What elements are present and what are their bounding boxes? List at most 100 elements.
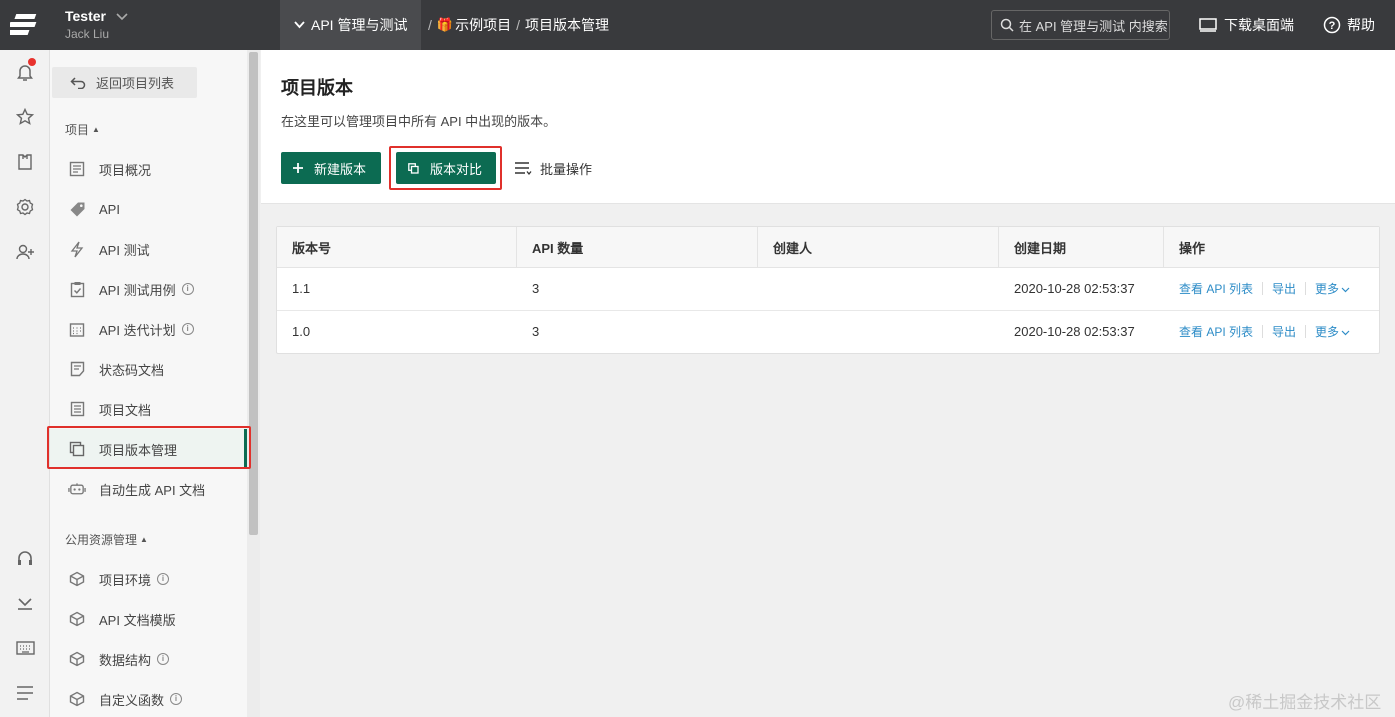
sidebar-item-api-test-cases[interactable]: API 测试用例 i	[50, 269, 247, 309]
sidebar-item-overview[interactable]: 项目概况	[50, 149, 247, 189]
headset-icon[interactable]	[15, 548, 35, 568]
view-api-list-link[interactable]: 查看 API 列表	[1179, 280, 1253, 297]
info-icon[interactable]: i	[170, 693, 183, 705]
section-public-header[interactable]: 公用资源管理 ▲	[65, 531, 148, 548]
sidebar-item-api-iteration[interactable]: API 迭代计划 i	[50, 309, 247, 349]
new-version-button[interactable]: 新建版本	[281, 152, 381, 184]
keyboard-icon[interactable]	[15, 638, 35, 658]
action-divider	[1262, 282, 1264, 295]
page-title: 项目版本	[281, 78, 353, 98]
user-menu[interactable]: Tester Jack Liu	[65, 8, 109, 41]
breadcrumb-project[interactable]: 示例项目	[455, 15, 511, 35]
logo-icon[interactable]	[0, 0, 50, 50]
batch-operations-button[interactable]: 批量操作	[514, 152, 592, 184]
sidebar-item-label: 数据结构	[99, 652, 152, 668]
chevron-down-icon	[1341, 287, 1350, 293]
icon-rail	[0, 50, 50, 717]
action-divider	[1262, 325, 1264, 338]
download-desktop-label: 下载桌面端	[1224, 17, 1294, 33]
breadcrumb-separator: /	[516, 17, 520, 33]
watermark: @稀土掘金技术社区	[1228, 693, 1382, 712]
info-icon[interactable]: i	[157, 573, 170, 585]
sidebar-item-api[interactable]: API	[50, 189, 247, 229]
search-placeholder: 在 API 管理与测试 内搜索	[1019, 18, 1168, 34]
add-user-icon[interactable]	[15, 242, 35, 262]
top-bar: Tester Jack Liu API 管理与测试 / 🎁 示例项目 / 项目版…	[0, 0, 1395, 50]
info-icon[interactable]: i	[181, 323, 194, 335]
download-tray-icon[interactable]	[15, 593, 35, 613]
sidebar-item-label: 状态码文档	[99, 362, 165, 378]
shirt-icon[interactable]	[15, 152, 35, 172]
sidebar-item-label: 项目环境	[99, 572, 152, 588]
sidebar-scrollbar[interactable]	[247, 50, 260, 717]
help-label: 帮助	[1347, 17, 1375, 33]
chevron-down-icon	[1341, 330, 1350, 336]
chevron-down-icon[interactable]	[116, 9, 128, 24]
scrollbar-thumb[interactable]	[249, 52, 258, 535]
return-arrow-icon	[70, 76, 86, 89]
download-desktop-button[interactable]: 下载桌面端	[1199, 0, 1294, 50]
list-options-icon	[515, 161, 532, 175]
gift-icon: 🎁	[436, 17, 454, 32]
section-project-header[interactable]: 项目 ▲	[65, 121, 100, 138]
search-input[interactable]: 在 API 管理与测试 内搜索	[991, 10, 1170, 40]
action-divider	[1305, 282, 1307, 295]
sidebar-item-label: API	[99, 201, 120, 217]
cube-icon	[68, 690, 86, 708]
cube-icon	[68, 610, 86, 628]
column-header-creator[interactable]: 创建人	[758, 227, 999, 268]
help-button[interactable]: ? 帮助	[1323, 0, 1375, 50]
info-icon[interactable]: i	[181, 283, 194, 295]
versions-table: 版本号 API 数量 创建人 创建日期 操作 1.1 3 2020-10-28 …	[276, 226, 1380, 354]
new-version-label: 新建版本	[314, 161, 367, 177]
more-dropdown[interactable]: 更多	[1315, 280, 1350, 297]
sidebar-item-status-code-doc[interactable]: 状态码文档	[50, 349, 247, 389]
help-icon: ?	[1323, 16, 1341, 34]
column-header-created-date[interactable]: 创建日期	[999, 227, 1164, 268]
versions-icon	[68, 440, 86, 458]
calendar-icon	[68, 320, 86, 338]
cell-created-date: 2020-10-28 02:53:37	[1014, 281, 1135, 296]
star-icon[interactable]	[15, 107, 35, 127]
sidebar-item-label: API 测试	[99, 242, 150, 258]
section-public-label: 公用资源管理	[65, 533, 138, 547]
sidebar-item-project-env[interactable]: 项目环境 i	[50, 559, 247, 599]
gear-icon[interactable]	[15, 197, 35, 217]
cube-icon	[68, 650, 86, 668]
sidebar-item-version-management[interactable]: 项目版本管理	[50, 429, 247, 469]
module-switcher[interactable]: API 管理与测试	[280, 0, 421, 50]
sidebar-item-label: 项目文档	[99, 402, 152, 418]
more-dropdown[interactable]: 更多	[1315, 323, 1350, 340]
cell-version: 1.0	[292, 324, 311, 339]
back-to-projects-button[interactable]: 返回项目列表	[52, 67, 197, 98]
sidebar-item-api-test[interactable]: API 测试	[50, 229, 247, 269]
cell-api-count: 3	[532, 281, 540, 296]
column-header-api-count[interactable]: API 数量	[517, 227, 758, 268]
sidebar-item-api-doc-template[interactable]: API 文档模版	[50, 599, 247, 639]
more-label: 更多	[1315, 282, 1340, 296]
column-header-actions: 操作	[1164, 227, 1379, 268]
section-project-label: 项目	[65, 123, 90, 137]
monitor-icon	[1199, 18, 1217, 32]
svg-text:?: ?	[1329, 20, 1336, 32]
robot-icon	[68, 480, 86, 498]
sidebar-item-project-doc[interactable]: 项目文档	[50, 389, 247, 429]
search-icon	[1000, 18, 1014, 32]
info-icon[interactable]: i	[157, 653, 170, 665]
batch-operations-label: 批量操作	[540, 161, 593, 177]
sidebar-item-data-structure[interactable]: 数据结构 i	[50, 639, 247, 679]
export-link[interactable]: 导出	[1272, 323, 1296, 340]
bell-icon[interactable]	[15, 58, 36, 82]
cell-actions: 查看 API 列表 导出 更多	[1164, 311, 1379, 352]
view-api-list-link[interactable]: 查看 API 列表	[1179, 323, 1253, 340]
page-description: 在这里可以管理项目中所有 API 中出现的版本。	[281, 114, 557, 129]
menu-icon[interactable]	[15, 683, 35, 703]
export-link[interactable]: 导出	[1272, 280, 1296, 297]
more-label: 更多	[1315, 325, 1340, 339]
sidebar-item-custom-function[interactable]: 自定义函数 i	[50, 679, 247, 717]
tag-icon	[68, 200, 86, 218]
compare-versions-button[interactable]: 版本对比	[396, 152, 496, 184]
column-header-version[interactable]: 版本号	[277, 227, 517, 268]
sidebar-item-label: 自动生成 API 文档	[99, 482, 206, 498]
sidebar-item-auto-api-doc[interactable]: 自动生成 API 文档	[50, 469, 247, 509]
